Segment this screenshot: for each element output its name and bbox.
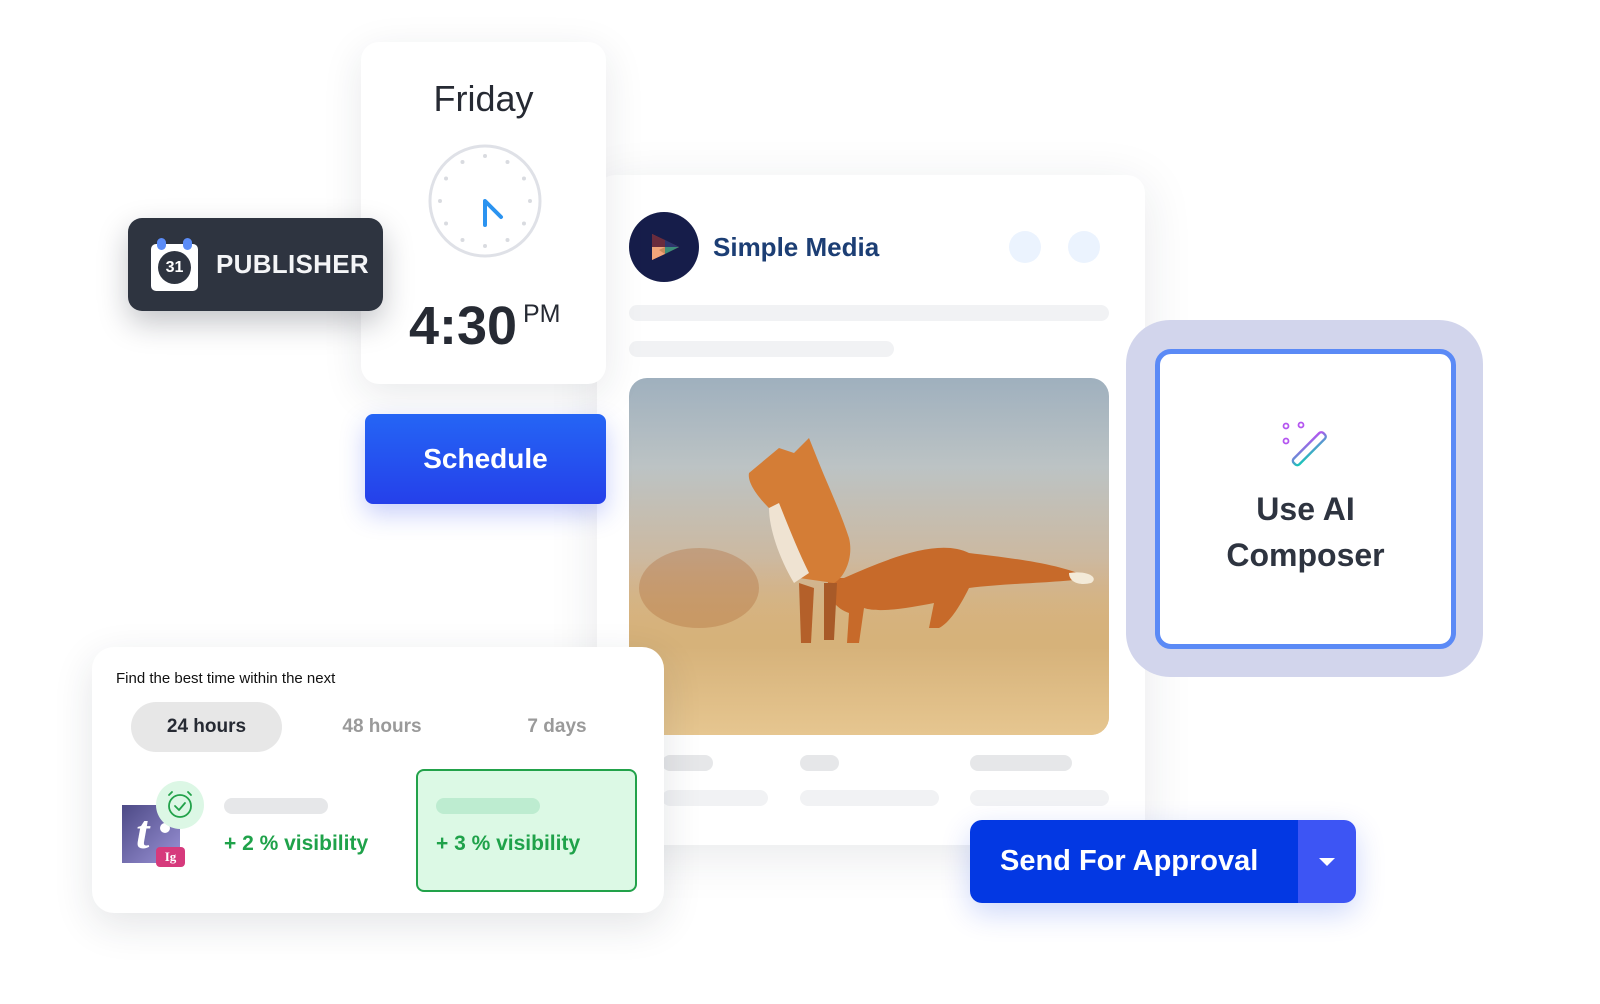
clock-tick [438, 199, 442, 203]
clock-tick [521, 176, 526, 181]
ai-composer-panel: Use AI Composer [1126, 320, 1483, 677]
schedule-button[interactable]: Schedule [365, 414, 606, 504]
brand-logo [629, 212, 699, 282]
publisher-badge: 31 PUBLISHER [128, 218, 383, 311]
fox-image [629, 438, 1109, 735]
instagram-badge: Ig [156, 847, 185, 867]
clock-tick [460, 160, 465, 165]
text-placeholder [800, 755, 839, 771]
tab-7-days[interactable]: 7 days [487, 702, 627, 752]
post-image-fox [629, 378, 1109, 735]
clock-tick [505, 237, 510, 242]
text-placeholder [224, 798, 328, 814]
brand-name: Simple Media [713, 232, 880, 262]
text-placeholder [629, 341, 894, 357]
time-value: 4:30 [409, 296, 518, 356]
clock-tick [521, 221, 526, 226]
time-period: PM [523, 300, 561, 328]
text-placeholder [970, 755, 1072, 771]
publisher-label: PUBLISHER [216, 249, 369, 279]
magic-wand-icon [1282, 421, 1327, 467]
visibility-option-selected[interactable]: + 3 % visibility [416, 769, 637, 892]
ai-composer-button[interactable]: Use AI Composer [1155, 349, 1456, 649]
text-placeholder [970, 790, 1109, 806]
clock-tick [505, 160, 510, 165]
tab-48-hours[interactable]: 48 hours [307, 702, 457, 752]
calendar-day: 31 [158, 251, 191, 284]
visibility-option-2: + 3 % visibility [436, 832, 581, 855]
clock-tick [460, 237, 465, 242]
clock-tick [483, 154, 487, 158]
alarm-check-icon [156, 781, 204, 829]
play-logo-icon [652, 234, 679, 260]
best-time-title: Find the best time within the next [116, 670, 336, 687]
action-dot[interactable] [1009, 231, 1041, 263]
clock-tick [444, 176, 449, 181]
ai-composer-line2: Composer [1226, 537, 1385, 573]
clock-tick [483, 244, 487, 248]
action-dot[interactable] [1068, 231, 1100, 263]
calendar-icon: 31 [151, 238, 198, 291]
text-placeholder [800, 790, 939, 806]
best-time-card: Find the best time within the next 24 ho… [92, 647, 664, 913]
send-for-approval-button[interactable]: Send For Approval [970, 820, 1298, 903]
clock-icon [428, 144, 542, 258]
ai-composer-line1: Use AI [1256, 491, 1355, 527]
clock-card: Friday 4:30 PM [361, 42, 606, 384]
post-preview-card: Simple Media [597, 175, 1145, 845]
send-options-dropdown[interactable] [1298, 820, 1356, 903]
caret-down-icon [1319, 857, 1335, 866]
text-placeholder [436, 798, 540, 814]
tab-24-hours[interactable]: 24 hours [131, 702, 282, 752]
visibility-option-1[interactable]: + 2 % visibility [224, 832, 368, 856]
day-label: Friday [433, 78, 534, 119]
text-placeholder [629, 305, 1109, 321]
clock-tick [528, 199, 532, 203]
send-for-approval-group: Send For Approval [970, 820, 1356, 903]
text-placeholder [662, 755, 713, 771]
clock-tick [444, 221, 449, 226]
text-placeholder [662, 790, 768, 806]
